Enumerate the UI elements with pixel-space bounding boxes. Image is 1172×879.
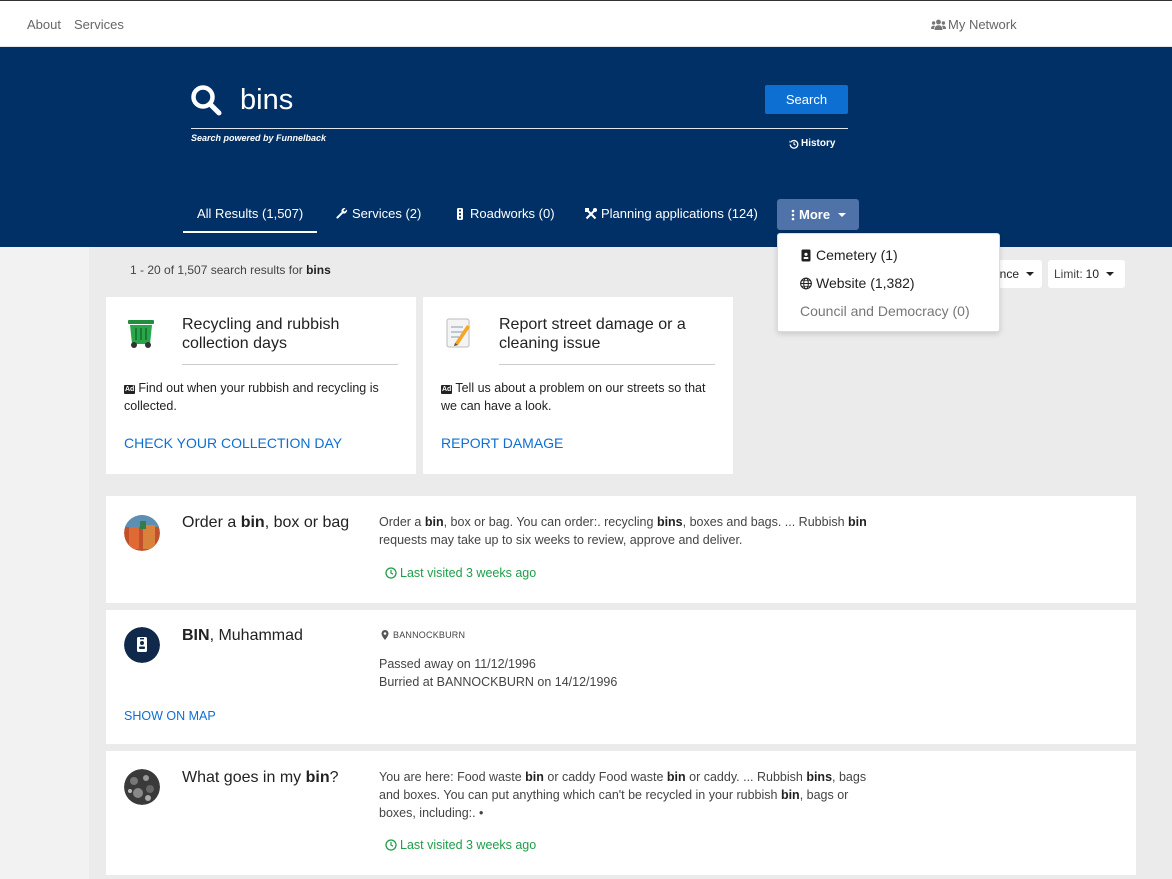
promo-description-text: Tell us about a problem on our streets s…	[441, 381, 706, 413]
about-link[interactable]: About	[27, 17, 61, 32]
search-underline	[191, 128, 848, 129]
result-title[interactable]: What goes in my bin?	[182, 769, 339, 787]
check-collection-day-link[interactable]: CHECK YOUR COLLECTION DAY	[124, 435, 342, 451]
result-thumbnail	[124, 515, 160, 551]
promo-card: Recycling and rubbish collection days Ad…	[106, 297, 416, 474]
tab-services-label: Services (2)	[352, 206, 422, 221]
search-result: Order a bin, box or bag Order a bin, box…	[106, 496, 1136, 603]
map-marker-icon	[381, 630, 389, 640]
promo-description-text: Find out when your rubbish and recycling…	[124, 381, 379, 413]
last-visited-text: Last visited 3 weeks ago	[400, 838, 537, 852]
location-text: BANNOCKBURN	[393, 630, 466, 640]
result-title-text: , Muhammad	[209, 627, 303, 644]
memo-icon	[446, 318, 470, 348]
show-on-map-link[interactable]: SHOW ON MAP	[124, 709, 216, 723]
promo-title: Recycling and rubbish collection days	[182, 316, 340, 352]
tab-more-dropdown[interactable]: More	[777, 199, 859, 230]
wrench-icon	[336, 208, 347, 219]
divider	[499, 364, 715, 365]
my-network-label: My Network	[948, 17, 1017, 32]
result-title-text: Order a	[182, 514, 241, 531]
search-input[interactable]	[240, 77, 750, 123]
history-link[interactable]: History	[789, 138, 835, 149]
services-link[interactable]: Services	[74, 17, 124, 32]
traffic-light-icon	[457, 208, 463, 220]
users-icon	[931, 19, 946, 30]
result-title-highlight: BIN	[182, 627, 210, 644]
tab-planning-label: Planning applications (124)	[601, 206, 758, 221]
burial-info: Burried at BANNOCKBURN on 14/12/1996	[379, 675, 618, 689]
menu-item-council-and-democracy[interactable]: Council and Democracy (0)	[800, 303, 970, 319]
limit-dropdown[interactable]: Limit: 10	[1048, 260, 1125, 288]
sort-label: nce	[999, 267, 1019, 281]
chevron-down-icon	[838, 212, 847, 217]
tab-all-results-label: All Results (1,507)	[197, 206, 304, 221]
promo-card: Report street damage or a cleaning issue…	[423, 297, 733, 474]
result-title-highlight: bin	[240, 514, 265, 531]
last-visited: Last visited 3 weeks ago	[385, 566, 536, 580]
globe-icon	[800, 277, 812, 289]
result-title-text: , box or bag	[264, 514, 350, 531]
search-button[interactable]: Search	[765, 85, 848, 114]
powered-by-text: Search powered by Funnelback	[191, 133, 327, 143]
results-summary: 1 - 20 of 1,507 search results for bins	[130, 263, 331, 277]
divider	[182, 364, 398, 365]
history-icon	[789, 139, 799, 149]
results-summary-query: bins	[306, 263, 331, 277]
top-utility-bar: About Services My Network	[0, 0, 1172, 47]
menu-item-label: Council and Democracy (0)	[800, 303, 970, 319]
tools-icon	[585, 208, 597, 220]
search-icon	[191, 85, 222, 116]
tab-roadworks[interactable]: Roadworks (0)	[454, 197, 555, 231]
search-result: BIN, Muhammad BANNOCKBURN Passed away on…	[106, 610, 1136, 744]
more-dropdown-menu: Cemetery (1) Website (1,382) Council and…	[777, 233, 1000, 332]
id-badge-icon	[801, 249, 811, 261]
menu-item-label: Cemetery (1)	[816, 247, 898, 263]
limit-label: Limit:	[1054, 267, 1083, 281]
clock-icon	[385, 839, 397, 851]
search-result: What goes in my bin? You are here: Food …	[106, 751, 1136, 875]
result-summary: Order a bin, box or bag. You can order:.…	[379, 515, 867, 547]
result-title-text: What goes in my	[182, 769, 306, 786]
my-network-link[interactable]: My Network	[931, 17, 1017, 32]
result-summary: You are here: Food waste bin or caddy Fo…	[379, 770, 867, 820]
limit-value: 10	[1085, 267, 1100, 281]
last-visited-text: Last visited 3 weeks ago	[400, 566, 537, 580]
ad-badge-icon: Ad	[124, 385, 136, 394]
tab-planning-applications[interactable]: Planning applications (124)	[585, 197, 758, 231]
vertical-ellipsis-icon	[791, 209, 795, 220]
result-title-highlight: bin	[305, 769, 330, 786]
result-tabs: All Results (1,507) Services (2) Roadwor…	[0, 197, 1172, 233]
menu-item-label: Website (1,382)	[816, 275, 915, 291]
death-date: Passed away on 11/12/1996	[379, 657, 536, 671]
result-thumbnail	[124, 769, 160, 805]
report-damage-link[interactable]: REPORT DAMAGE	[441, 435, 563, 451]
result-title[interactable]: BIN, Muhammad	[182, 627, 303, 645]
id-badge-icon	[124, 627, 160, 663]
ad-badge-icon: Ad	[441, 385, 453, 394]
tab-services[interactable]: Services (2)	[336, 197, 421, 231]
result-title[interactable]: Order a bin, box or bag	[182, 514, 349, 532]
chevron-down-icon	[1026, 272, 1034, 276]
location: BANNOCKBURN	[381, 630, 465, 640]
promo-description: Ad Tell us about a problem on our streets…	[441, 379, 721, 415]
tab-roadworks-label: Roadworks (0)	[470, 206, 555, 221]
results-summary-prefix: 1 - 20 of 1,507 search results for	[130, 263, 307, 277]
wheelie-bin-icon	[128, 320, 154, 348]
menu-item-website[interactable]: Website (1,382)	[800, 275, 915, 291]
search-hero: Search Search powered by Funnelback Hist…	[0, 47, 1172, 247]
clock-icon	[385, 567, 397, 579]
result-title-text: ?	[329, 769, 339, 786]
last-visited: Last visited 3 weeks ago	[385, 838, 536, 852]
chevron-down-icon	[1106, 272, 1115, 276]
menu-item-cemetery[interactable]: Cemetery (1)	[800, 247, 898, 263]
tab-all-results[interactable]: All Results (1,507)	[183, 197, 318, 233]
history-label: History	[801, 138, 836, 149]
tab-more-label: More	[799, 207, 831, 222]
promo-description: Ad Find out when your rubbish and recycli…	[124, 379, 404, 415]
promo-title: Report street damage or a cleaning issue	[499, 316, 686, 352]
